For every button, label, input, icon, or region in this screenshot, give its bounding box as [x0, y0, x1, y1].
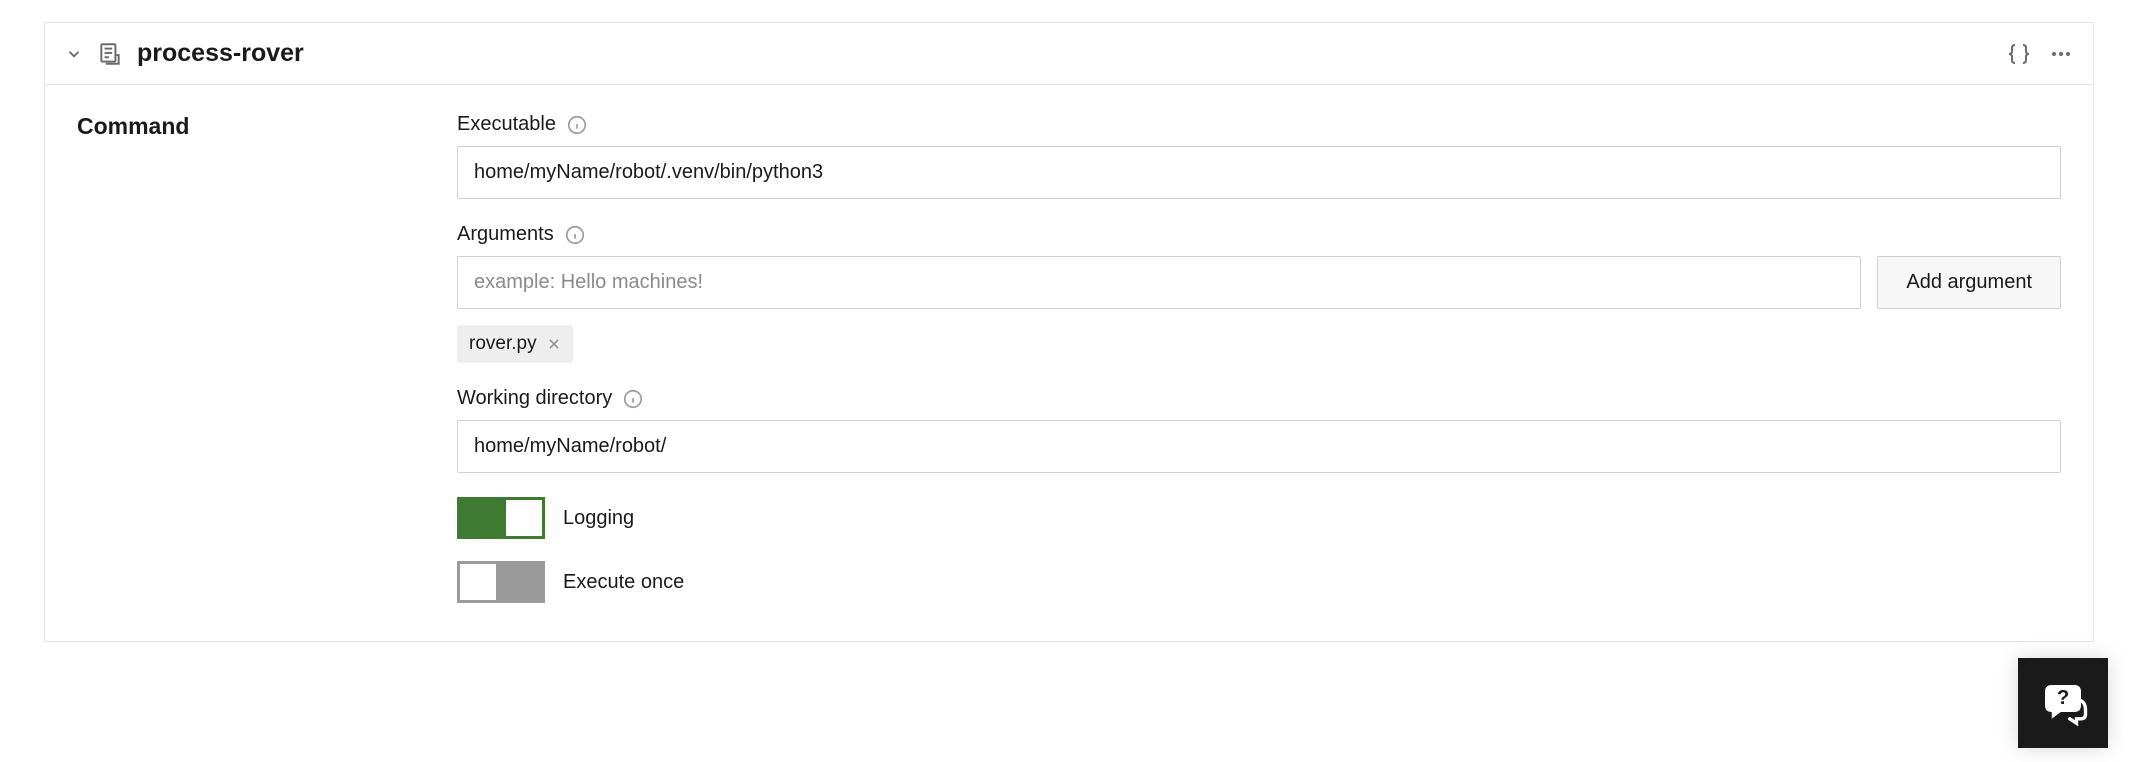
logging-toggle-label: Logging [563, 507, 634, 530]
field-label-row: Arguments [457, 223, 2061, 246]
arguments-input[interactable] [457, 256, 1861, 309]
svg-text:?: ? [2057, 687, 2069, 709]
field-label-row: Executable [457, 113, 2061, 136]
execute-once-toggle-label: Execute once [563, 571, 684, 594]
executable-field-group: Executable [457, 113, 2061, 199]
execute-once-toggle[interactable] [457, 561, 545, 603]
panel-header-left: process-rover [65, 39, 1993, 68]
chevron-down-icon[interactable] [65, 45, 83, 63]
info-icon[interactable] [622, 388, 644, 410]
panel-header: process-rover [45, 23, 2093, 85]
section-label: Command [77, 113, 457, 603]
arguments-label: Arguments [457, 223, 554, 246]
executable-label: Executable [457, 113, 556, 136]
info-icon[interactable] [566, 114, 588, 136]
close-icon[interactable] [547, 337, 561, 351]
working-directory-label: Working directory [457, 387, 612, 410]
process-icon [97, 41, 123, 67]
add-argument-button[interactable]: Add argument [1877, 256, 2061, 309]
arguments-field-group: Arguments Add argument rover.py [457, 223, 2061, 363]
more-horizontal-icon[interactable] [2049, 42, 2073, 66]
arguments-input-row: Add argument [457, 256, 2061, 309]
working-directory-input[interactable] [457, 420, 2061, 473]
braces-icon[interactable] [2007, 42, 2031, 66]
argument-chip-label: rover.py [469, 333, 537, 355]
info-icon[interactable] [564, 224, 586, 246]
panel-title: process-rover [137, 39, 304, 68]
field-label-row: Working directory [457, 387, 2061, 410]
working-directory-field-group: Working directory [457, 387, 2061, 473]
execute-once-toggle-row: Execute once [457, 561, 2061, 603]
panel-body: Command Executable Arguments [45, 85, 2093, 641]
help-fab-button[interactable]: ? [2018, 658, 2108, 748]
logging-toggle[interactable] [457, 497, 545, 539]
logging-toggle-row: Logging [457, 497, 2061, 539]
argument-chip-row: rover.py [457, 325, 2061, 363]
panel-header-right [2007, 42, 2073, 66]
argument-chip: rover.py [457, 325, 573, 363]
help-chat-icon: ? [2036, 676, 2090, 730]
executable-input[interactable] [457, 146, 2061, 199]
process-config-panel: process-rover Command E [44, 22, 2094, 642]
form-area: Executable Arguments Add argument [457, 113, 2061, 603]
